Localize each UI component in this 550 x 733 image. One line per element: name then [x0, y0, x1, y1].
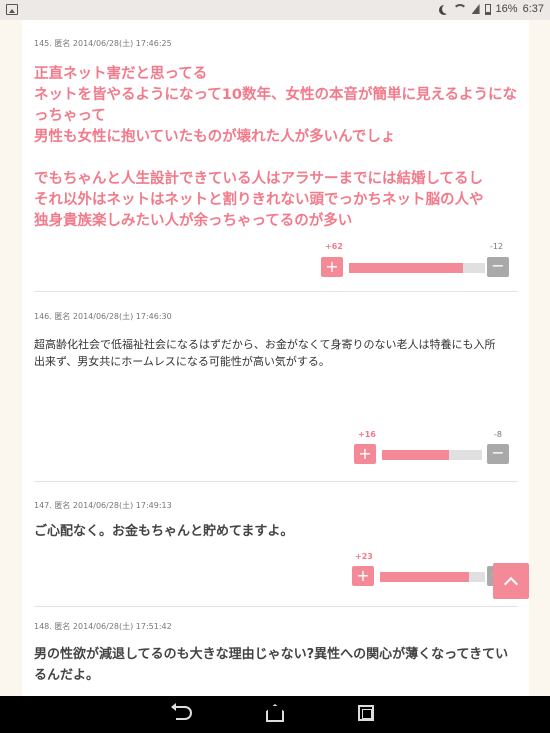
plus-count: +16 [358, 430, 376, 439]
clock: 6:37 [522, 3, 544, 15]
vote-bar [349, 263, 485, 273]
comment-line: 正直ネット害だと思ってる [34, 66, 208, 82]
plus-count: +62 [325, 242, 343, 251]
comment-meta: 146. 匿名 2014/06/28(土) 17:46:30 [34, 312, 172, 321]
battery-percent: 16% [495, 3, 518, 15]
comment-meta: 147. 匿名 2014/06/28(土) 17:49:13 [34, 501, 172, 510]
plus-button[interactable]: + [352, 566, 374, 586]
plus-button[interactable]: + [354, 444, 376, 464]
plus-button[interactable]: + [321, 257, 343, 277]
comment-line: 男性も女性に抱いていたものが壊れた人が多いんでしょ [34, 129, 396, 145]
comment-list[interactable]: 145. 匿名 2014/06/28(土) 17:46:25 正直ネット害だと思… [22, 20, 529, 696]
scroll-to-top-button[interactable] [493, 563, 529, 599]
gallery-icon [6, 4, 18, 15]
navigation-bar [0, 696, 550, 733]
recent-apps-icon[interactable] [358, 705, 374, 721]
back-icon[interactable] [171, 703, 192, 720]
comment-line: 男の性欲が減退してるのも大きな理由じゃない?異性への関心が薄くなってきてい [34, 647, 509, 662]
status-bar: 16% 6:37 [0, 0, 550, 20]
comment-line: 超高齢化社会で低福祉社会になるはずだから、お金がなくて身寄りのない老人は特養にも… [34, 338, 496, 351]
chevron-up-icon [503, 576, 519, 591]
minus-button[interactable]: − [487, 257, 509, 277]
minus-button[interactable]: − [487, 444, 509, 464]
wifi-icon [452, 4, 467, 14]
comment-meta: 148. 匿名 2014/06/28(土) 17:51:42 [34, 622, 172, 631]
battery-icon [484, 3, 491, 15]
comment-meta: 145. 匿名 2014/06/28(土) 17:46:25 [34, 39, 172, 48]
comment-line: でもちゃんと人生設計できている人はアラサーまでには結婚してるし [34, 171, 484, 187]
plus-count: +23 [355, 552, 373, 561]
divider [34, 291, 518, 292]
vote-bar [380, 572, 485, 582]
comment-line: っちゃって [34, 108, 106, 124]
comment-line: 出来ず、男女共にホームレスになる可能性が高い気がする。 [34, 355, 330, 368]
comment-line: それ以外はネットはネットと割りきれない頭でっかちネット脳の人や [34, 192, 484, 208]
home-icon[interactable] [266, 704, 284, 722]
divider [34, 481, 518, 482]
comment-line: るんだよ。 [34, 668, 100, 683]
minus-count: -8 [494, 430, 502, 439]
comment-line: ご心配なく。お金もちゃんと貯めてますよ。 [34, 524, 294, 539]
signal-icon [471, 4, 480, 14]
moon-icon [442, 4, 452, 14]
vote-bar-fill [382, 450, 449, 460]
vote-bar-fill [380, 572, 470, 582]
comment-line: 独身貴族楽しみたい人が余っちゃってるのが多い [34, 213, 353, 229]
minus-count: -12 [490, 242, 504, 251]
divider [34, 606, 518, 607]
comment-line: ネットを皆やるようになって10数年、女性の本音が簡単に見えるようにな [34, 87, 518, 103]
vote-bar-fill [349, 263, 464, 273]
vote-bar [382, 450, 482, 460]
